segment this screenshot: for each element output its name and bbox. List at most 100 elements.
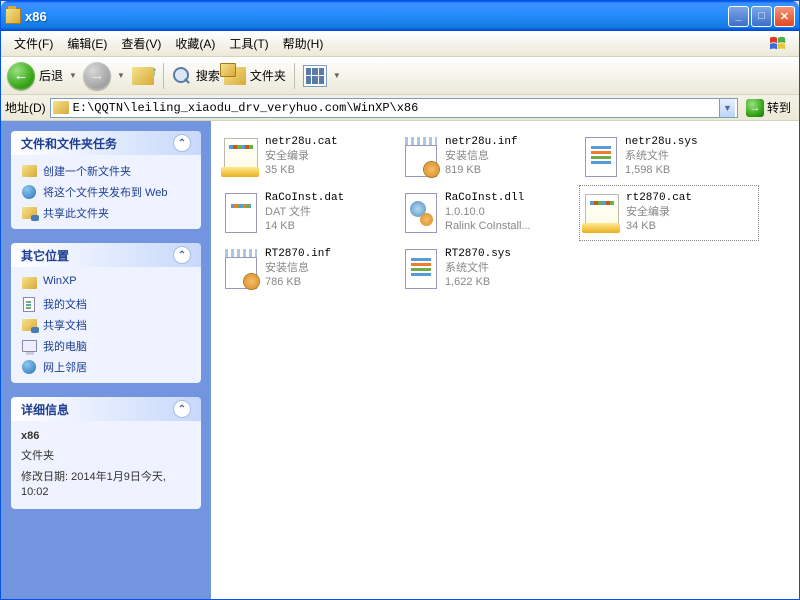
address-label: 地址(D) — [5, 99, 46, 116]
file-item[interactable]: netr28u.inf安装信息819 KB — [399, 129, 579, 185]
place-winxp[interactable]: WinXP — [21, 275, 191, 291]
file-item[interactable]: RaCoInst.dll1.0.10.0Ralink CoInstall... — [399, 185, 579, 241]
search-label: 搜索 — [196, 67, 220, 84]
forward-button[interactable]: → — [83, 62, 111, 90]
file-item[interactable]: RaCoInst.datDAT 文件14 KB — [219, 185, 399, 241]
panel-title: 详细信息 — [21, 401, 69, 418]
menu-file[interactable]: 文件(F) — [7, 33, 60, 54]
go-label: 转到 — [767, 99, 791, 116]
network-icon — [22, 360, 36, 374]
place-network[interactable]: 网上邻居 — [21, 359, 191, 375]
folder-icon — [22, 165, 37, 177]
panel-header[interactable]: 详细信息 ⌃ — [11, 397, 201, 421]
file-name: rt2870.cat — [626, 192, 692, 206]
folder-icon — [53, 101, 69, 114]
views-button[interactable] — [303, 64, 327, 88]
views-dropdown-icon[interactable]: ▼ — [331, 71, 343, 80]
file-type: 安全编录 — [626, 206, 692, 220]
details-type: 文件夹 — [21, 449, 191, 464]
computer-icon — [22, 340, 37, 352]
file-item[interactable]: RT2870.sys系统文件1,622 KB — [399, 241, 579, 297]
details-modified: 修改日期: 2014年1月9日今天, 10:02 — [21, 470, 191, 501]
go-button[interactable]: → 转到 — [742, 99, 795, 117]
file-item[interactable]: rt2870.cat安全编录34 KB — [579, 185, 759, 241]
details-name: x86 — [21, 429, 191, 444]
shared-docs-icon — [22, 319, 37, 331]
collapse-icon[interactable]: ⌃ — [173, 134, 191, 152]
panel-file-tasks: 文件和文件夹任务 ⌃ 创建一个新文件夹 将这个文件夹发布到 Web 共享此文件夹 — [11, 131, 201, 229]
file-type: 安装信息 — [265, 262, 331, 276]
back-dropdown-icon[interactable]: ▼ — [67, 71, 79, 80]
file-name: RaCoInst.dll — [445, 192, 531, 206]
file-type: 系统文件 — [445, 262, 511, 276]
file-item[interactable]: RT2870.inf安装信息786 KB — [219, 241, 399, 297]
file-list[interactable]: netr28u.cat安全编录35 KBnetr28u.inf安装信息819 K… — [211, 121, 799, 599]
file-size: 819 KB — [445, 164, 518, 178]
folders-label: 文件夹 — [250, 67, 286, 84]
dat-file-icon — [223, 191, 259, 235]
collapse-icon[interactable]: ⌃ — [173, 400, 191, 418]
file-name: RaCoInst.dat — [265, 192, 344, 206]
panel-header[interactable]: 其它位置 ⌃ — [11, 243, 201, 267]
globe-icon — [22, 185, 36, 199]
menubar: 文件(F) 编辑(E) 查看(V) 收藏(A) 工具(T) 帮助(H) — [1, 31, 799, 57]
menu-help[interactable]: 帮助(H) — [276, 33, 331, 54]
file-type: 安全编录 — [265, 150, 338, 164]
search-button[interactable]: 搜索 — [172, 66, 220, 86]
file-size: 1,622 KB — [445, 276, 511, 290]
file-type: 1.0.10.0 — [445, 206, 531, 220]
sys-file-icon — [583, 135, 619, 179]
menu-favorites[interactable]: 收藏(A) — [168, 33, 222, 54]
file-type: 系统文件 — [625, 150, 698, 164]
tasks-pane: 文件和文件夹任务 ⌃ 创建一个新文件夹 将这个文件夹发布到 Web 共享此文件夹 — [1, 121, 211, 599]
folder-icon — [22, 277, 37, 289]
inf-file-icon — [223, 247, 259, 291]
address-dropdown-icon[interactable]: ▼ — [719, 99, 735, 117]
addressbar: 地址(D) E:\QQTN\leiling_xiaodu_drv_veryhuo… — [1, 95, 799, 121]
task-share-folder[interactable]: 共享此文件夹 — [21, 205, 191, 221]
address-input[interactable]: E:\QQTN\leiling_xiaodu_drv_veryhuo.com\W… — [50, 98, 738, 118]
maximize-button[interactable]: □ — [751, 6, 772, 27]
cat-file-icon — [584, 191, 620, 235]
minimize-button[interactable]: _ — [728, 6, 749, 27]
forward-dropdown-icon[interactable]: ▼ — [115, 71, 127, 80]
place-my-computer[interactable]: 我的电脑 — [21, 338, 191, 354]
up-button[interactable] — [131, 64, 155, 88]
file-type: DAT 文件 — [265, 206, 344, 220]
close-button[interactable]: ✕ — [774, 6, 795, 27]
folder-icon — [5, 8, 21, 24]
task-publish-web[interactable]: 将这个文件夹发布到 Web — [21, 184, 191, 200]
folders-icon — [224, 67, 246, 85]
collapse-icon[interactable]: ⌃ — [173, 246, 191, 264]
dll-file-icon — [403, 191, 439, 235]
menu-edit[interactable]: 编辑(E) — [60, 33, 114, 54]
file-name: RT2870.inf — [265, 248, 331, 262]
titlebar[interactable]: x86 _ □ ✕ — [1, 1, 799, 31]
cat-file-icon — [223, 135, 259, 179]
file-name: netr28u.sys — [625, 136, 698, 150]
file-size: 1,598 KB — [625, 164, 698, 178]
file-name: netr28u.inf — [445, 136, 518, 150]
panel-other-places: 其它位置 ⌃ WinXP 我的文档 共享文档 我的电脑 网上邻居 — [11, 243, 201, 383]
panel-title: 文件和文件夹任务 — [21, 135, 117, 152]
place-my-documents[interactable]: 我的文档 — [21, 296, 191, 312]
back-label: 后退 — [39, 67, 63, 84]
file-item[interactable]: netr28u.cat安全编录35 KB — [219, 129, 399, 185]
file-size: 35 KB — [265, 164, 338, 178]
search-icon — [172, 66, 192, 86]
file-type: 安装信息 — [445, 150, 518, 164]
task-new-folder[interactable]: 创建一个新文件夹 — [21, 163, 191, 179]
window-title: x86 — [25, 9, 728, 24]
panel-details: 详细信息 ⌃ x86 文件夹 修改日期: 2014年1月9日今天, 10:02 — [11, 397, 201, 509]
documents-icon — [23, 297, 35, 312]
file-item[interactable]: netr28u.sys系统文件1,598 KB — [579, 129, 759, 185]
menu-tools[interactable]: 工具(T) — [222, 33, 275, 54]
menu-view[interactable]: 查看(V) — [114, 33, 168, 54]
place-shared-documents[interactable]: 共享文档 — [21, 317, 191, 333]
panel-title: 其它位置 — [21, 247, 69, 264]
folders-button[interactable]: 文件夹 — [224, 67, 286, 85]
file-size: 786 KB — [265, 276, 331, 290]
panel-header[interactable]: 文件和文件夹任务 ⌃ — [11, 131, 201, 155]
file-size: 34 KB — [626, 220, 692, 234]
back-button[interactable]: ← 后退 ▼ — [7, 62, 79, 90]
